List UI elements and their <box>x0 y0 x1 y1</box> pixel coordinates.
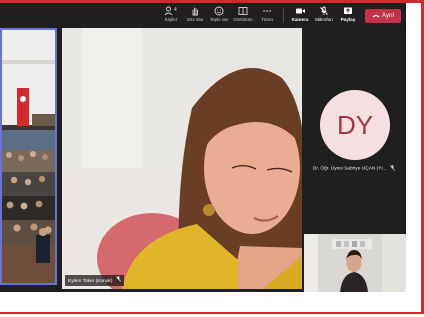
leave-label: Ayrıl <box>382 13 394 19</box>
phone-hangup-icon <box>372 14 380 18</box>
participant-name: Eylem Toker (Konuk) <box>68 278 113 284</box>
mic-muted-icon <box>115 276 121 285</box>
people-count: 4 <box>174 7 177 13</box>
toolbar-divider <box>283 8 284 23</box>
auditorium-video <box>2 30 55 283</box>
self-view-video[interactable] <box>304 234 406 292</box>
leave-button[interactable]: Ayrıl <box>365 9 401 23</box>
window-frame-bottom <box>0 312 424 314</box>
participant-video-left[interactable] <box>0 28 57 285</box>
more-button[interactable]: Tümü <box>253 6 281 26</box>
share-icon <box>334 6 362 17</box>
mic-muted-icon <box>388 165 396 171</box>
participant-avatar[interactable]: DY <box>320 90 390 160</box>
self-view-frame <box>304 234 406 292</box>
participant-video-main[interactable]: Eylem Toker (Konuk) <box>62 28 302 289</box>
more-label: Tümü <box>261 17 273 22</box>
share-label: Paylaş <box>340 17 356 22</box>
avatar-participant-name-row: Dr. Öğr. Üyesi Sabriye UÇAN (Yı... <box>302 165 406 171</box>
avatar-initials: DY <box>336 110 374 140</box>
participant-video-frame <box>62 28 302 289</box>
meeting-toolbar: 4 Kişiler Söz iste Tepki ver Görünüm Tüm… <box>0 3 406 28</box>
share-button[interactable]: Paylaş <box>334 6 362 26</box>
avatar-participant-name: Dr. Öğr. Üyesi Sabriye UÇAN (Yı... <box>312 166 387 172</box>
meeting-window: 4 Kişiler Söz iste Tepki ver Görünüm Tüm… <box>0 3 406 292</box>
participant-name-tag: Eylem Toker (Konuk) <box>65 275 124 286</box>
more-icon <box>253 6 281 17</box>
